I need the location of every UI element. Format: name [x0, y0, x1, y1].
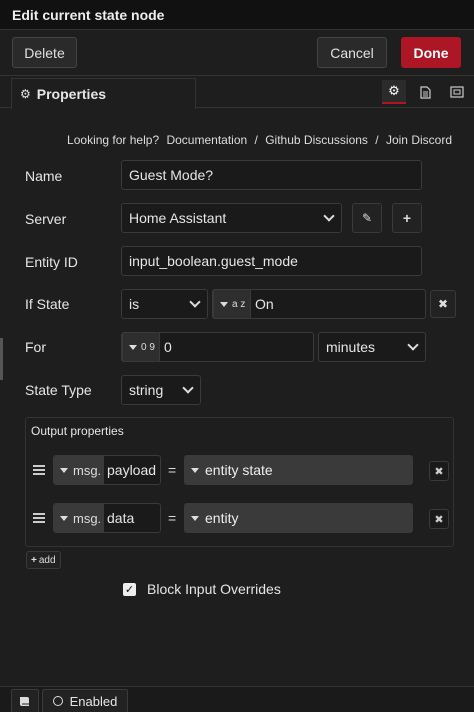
done-button[interactable]: Done — [401, 37, 461, 68]
dialog-title: Edit current state node — [12, 7, 165, 23]
github-discussions-link[interactable]: Github Discussions — [265, 133, 368, 147]
delete-button[interactable]: Delete — [12, 37, 77, 68]
server-label: Server — [25, 211, 67, 227]
if-state-operator-value: is — [129, 296, 140, 312]
block-input-overrides-checkbox[interactable]: ✓ — [123, 583, 136, 596]
clear-if-state-button[interactable]: ✖ — [430, 290, 456, 318]
state-type-label: State Type — [25, 382, 92, 398]
scroll-indicator — [0, 338, 3, 380]
pencil-icon: ✎ — [361, 211, 373, 225]
output-value: entity state — [205, 462, 273, 478]
gear-icon: ⚙ — [20, 87, 31, 101]
if-state-value: On — [255, 296, 274, 312]
tab-properties-label: Properties — [36, 86, 107, 102]
caret-down-icon — [60, 515, 68, 521]
msg-type-button[interactable]: msg. — [54, 456, 104, 484]
caret-down-icon — [220, 301, 228, 307]
output-value-select[interactable]: entity — [184, 503, 413, 533]
msg-prefix: msg. — [73, 510, 102, 526]
frame-icon — [450, 86, 464, 98]
caret-down-icon — [191, 515, 199, 521]
output-value: entity — [205, 510, 239, 526]
for-value-input[interactable]: 0 9 0 — [121, 332, 314, 362]
documentation-link[interactable]: Documentation — [166, 133, 247, 147]
node-help-button[interactable] — [11, 689, 39, 712]
name-input[interactable]: Guest Mode? — [121, 160, 422, 190]
if-state-operator-select[interactable]: is — [121, 289, 208, 319]
tab-description[interactable] — [413, 80, 437, 104]
server-select[interactable]: Home Assistant — [121, 203, 342, 233]
x-icon: ✖ — [437, 297, 449, 311]
caret-down-icon — [60, 467, 68, 473]
dialog-titlebar: Edit current state node — [0, 0, 474, 30]
string-type-icon: a z — [232, 298, 246, 310]
cancel-button[interactable]: Cancel — [317, 37, 387, 68]
footer-bar: Enabled — [0, 686, 474, 712]
msg-type-button[interactable]: msg. — [54, 504, 104, 532]
gear-icon: ⚙ — [388, 83, 400, 98]
drag-handle-icon[interactable] — [33, 465, 45, 475]
if-state-value-input[interactable]: a z On — [212, 289, 426, 319]
tab-settings-gear[interactable]: ⚙ — [382, 80, 406, 104]
help-separator: / — [375, 133, 379, 147]
server-value: Home Assistant — [129, 210, 227, 226]
join-discord-link[interactable]: Join Discord — [386, 133, 452, 147]
equals-sign: = — [168, 510, 177, 526]
for-units-select[interactable]: minutes — [318, 332, 426, 362]
remove-row-button[interactable]: ✖ — [429, 461, 449, 481]
tab-bar: ⚙ Properties ⚙ — [0, 76, 474, 109]
x-icon: ✖ — [434, 465, 444, 478]
help-prefix: Looking for help? — [67, 133, 160, 147]
entity-id-label: Entity ID — [25, 254, 78, 270]
number-type-icon: 0 9 — [141, 341, 155, 353]
add-output-property-button[interactable]: + add — [26, 551, 61, 569]
property-name: payload — [107, 462, 157, 478]
entity-id-input[interactable]: input_boolean.guest_mode — [121, 246, 422, 276]
document-icon — [419, 85, 431, 99]
chevron-down-icon — [407, 339, 419, 351]
output-property-field[interactable]: msg. payload — [53, 455, 161, 485]
output-property-field[interactable]: msg. data — [53, 503, 161, 533]
if-state-label: If State — [25, 296, 70, 312]
output-properties-fieldset: Output properties msg. payload = entity … — [25, 417, 454, 547]
state-type-value: string — [129, 382, 164, 398]
add-server-button[interactable]: + — [392, 203, 422, 233]
block-input-overrides-label: Block Input Overrides — [147, 581, 281, 597]
help-line: Looking for help? Documentation / Github… — [65, 133, 454, 147]
plus-icon: + — [402, 210, 412, 226]
equals-sign: = — [168, 462, 177, 478]
state-type-select[interactable]: string — [121, 375, 201, 405]
chevron-down-icon — [189, 296, 201, 308]
for-label: For — [25, 339, 46, 355]
remove-row-button[interactable]: ✖ — [429, 509, 449, 529]
edit-server-button[interactable]: ✎ — [352, 203, 382, 233]
tab-properties[interactable]: ⚙ Properties — [11, 78, 196, 109]
output-properties-legend: Output properties — [31, 424, 124, 438]
entity-id-value: input_boolean.guest_mode — [129, 253, 298, 269]
drag-handle-icon[interactable] — [33, 513, 45, 523]
caret-down-icon — [191, 467, 199, 473]
tab-appearance[interactable] — [445, 80, 469, 104]
msg-prefix: msg. — [73, 462, 102, 478]
add-label: add — [38, 554, 56, 566]
help-separator: / — [254, 133, 258, 147]
output-value-select[interactable]: entity state — [184, 455, 413, 485]
for-units-value: minutes — [326, 339, 376, 355]
circle-icon — [52, 696, 63, 706]
caret-down-icon — [129, 344, 137, 350]
for-type-button[interactable]: 0 9 — [122, 332, 160, 362]
enabled-label: Enabled — [69, 693, 118, 709]
plus-icon: + — [31, 554, 37, 566]
name-value: Guest Mode? — [129, 167, 214, 183]
book-icon — [20, 696, 29, 706]
name-label: Name — [25, 168, 63, 184]
enabled-toggle[interactable]: Enabled — [42, 689, 128, 712]
property-name: data — [107, 510, 135, 526]
x-icon: ✖ — [434, 513, 444, 526]
chevron-down-icon — [182, 382, 194, 394]
for-value: 0 — [164, 339, 172, 355]
chevron-down-icon — [323, 210, 335, 222]
if-state-type-button[interactable]: a z — [213, 289, 251, 319]
